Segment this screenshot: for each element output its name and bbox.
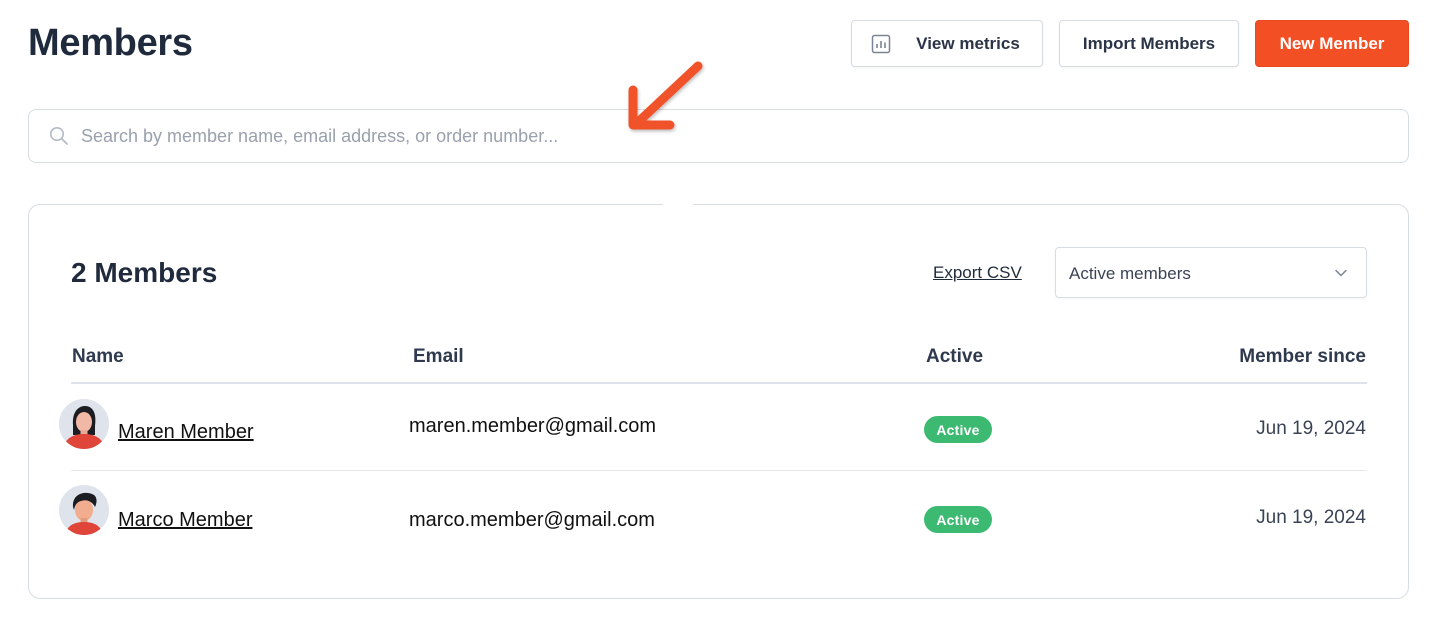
member-name-link[interactable]: Maren Member	[118, 421, 254, 444]
page-title: Members	[28, 22, 193, 64]
search-input[interactable]	[81, 110, 1381, 162]
member-since-date: Jun 19, 2024	[1256, 418, 1366, 439]
import-members-button[interactable]: Import Members	[1059, 20, 1239, 67]
row-divider	[71, 470, 1367, 471]
member-name-link[interactable]: Marco Member	[118, 509, 252, 532]
column-header-active[interactable]: Active	[926, 346, 983, 368]
arrow-annotation-icon	[628, 61, 703, 130]
new-member-button[interactable]: New Member	[1255, 20, 1409, 67]
member-since-date: Jun 19, 2024	[1256, 507, 1366, 528]
table-row[interactable]: Marco Member marco.member@gmail.com Acti…	[29, 485, 1408, 545]
search-bar[interactable]	[28, 109, 1409, 163]
table-header-divider	[71, 382, 1367, 384]
card-border-gap	[663, 201, 693, 207]
column-header-email[interactable]: Email	[413, 346, 464, 368]
column-header-member-since[interactable]: Member since	[1239, 346, 1366, 368]
export-csv-link[interactable]: Export CSV	[933, 263, 1022, 283]
avatar	[59, 399, 109, 449]
new-member-label: New Member	[1279, 33, 1385, 53]
member-count-title: 2 Members	[71, 257, 218, 288]
view-metrics-button[interactable]: View metrics	[851, 20, 1043, 67]
member-email: marco.member@gmail.com	[409, 509, 655, 531]
status-badge: Active	[924, 506, 992, 533]
search-icon	[50, 127, 68, 145]
column-header-name[interactable]: Name	[72, 346, 124, 368]
member-filter-value: Active members	[1069, 264, 1191, 283]
members-card: 2 Members Export CSV Active members Name…	[28, 204, 1409, 599]
chevron-down-icon	[1335, 269, 1347, 277]
status-badge: Active	[924, 416, 992, 443]
avatar	[59, 485, 109, 535]
chart-icon	[871, 34, 891, 54]
member-filter-select[interactable]: Active members	[1055, 247, 1367, 298]
member-email: maren.member@gmail.com	[409, 415, 657, 437]
table-row[interactable]: Maren Member maren.member@gmail.com Acti…	[29, 399, 1408, 459]
import-members-label: Import Members	[1082, 33, 1216, 53]
view-metrics-label: View metrics	[916, 33, 1020, 53]
